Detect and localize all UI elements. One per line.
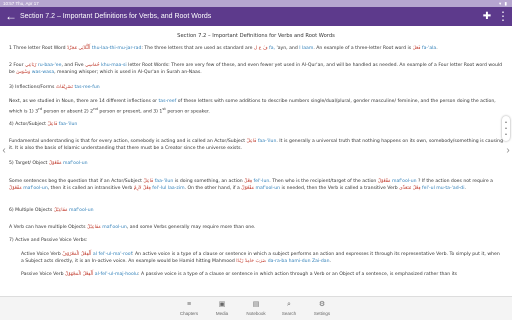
reader-content: Section 7.2 – Important Definitions for … xyxy=(0,26,512,296)
paragraph-passive-voice: Passive Voice Verb أَلْفِعْلُ الْمَجْهُو… xyxy=(21,272,458,277)
status-bar: 10:57 Thu, Apr 17 ▾ ▮ xyxy=(0,0,512,7)
status-time: 10:57 Thu, Apr 17 xyxy=(3,1,39,6)
status-icons: ▾ ▮ xyxy=(499,1,508,6)
app-bar: ← Section 7.2 – Important Definitions fo… xyxy=(0,7,512,26)
previous-page-icon[interactable]: ‹ xyxy=(0,140,8,160)
paragraph-4: Next, as we studied in Noun, there are 1… xyxy=(9,99,496,115)
tab-label: Chapters xyxy=(179,311,199,316)
tab-chapters[interactable]: ≡ Chapters xyxy=(175,300,203,319)
paragraph-6: Fundamental understanding is that for ev… xyxy=(9,139,503,151)
paragraph-2: 2 Four رُبَاعِي ru-baa-'ee, and Five خُم… xyxy=(9,63,503,75)
add-note-icon[interactable]: ✚ xyxy=(480,9,494,23)
back-arrow-icon[interactable]: ← xyxy=(3,8,19,24)
tab-media[interactable]: ▣ Media xyxy=(208,300,236,319)
paragraph-8: Some sentences beg the question that if … xyxy=(9,179,493,191)
dot-icon: • xyxy=(505,131,507,138)
heading-target-object: 5) Target/ Object مَفْعُوْلٌ maf'ool-un xyxy=(9,161,88,166)
tab-label: Media xyxy=(215,311,229,316)
tab-label: Search xyxy=(281,311,297,316)
section-heading: Section 7.2 – Important Definitions for … xyxy=(177,33,335,39)
heading-actor-subject: 4) Actor/Subject فَاعِلْ faa-'ilun xyxy=(9,122,78,127)
more-options-icon[interactable]: ⋮ xyxy=(496,9,510,23)
tab-notebook[interactable]: ▤ Notebook xyxy=(242,300,270,319)
search-icon: ⌕ xyxy=(287,301,291,308)
gear-icon: ⚙ xyxy=(318,301,326,308)
tab-label: Settings xyxy=(313,311,331,316)
page-title: Section 7.2 – Important Definitions for … xyxy=(20,13,212,20)
tab-settings[interactable]: ⚙ Settings xyxy=(308,300,336,319)
floating-menu-handle[interactable]: • • • xyxy=(502,116,510,141)
notebook-icon: ▤ xyxy=(252,301,260,308)
paragraph-1: 1 Three letter Root Word أَلْثُّلاَثِي م… xyxy=(9,46,438,51)
bottom-tab-bar: ≡ Chapters ▣ Media ▤ Notebook ⌕ Search ⚙… xyxy=(0,296,512,320)
heading-multiple-objects: 6) Multiple Objects مَفَاعِيْلُ maf'ool-… xyxy=(9,208,94,213)
chapters-icon: ≡ xyxy=(186,301,192,308)
paragraph-active-voice: Active Voice Verb أَلْفِعْلُ الْمَعْرُوْ… xyxy=(21,252,500,264)
next-page-icon[interactable]: › xyxy=(504,140,512,160)
media-icon: ▣ xyxy=(218,301,226,308)
tab-search[interactable]: ⌕ Search xyxy=(275,300,303,319)
paragraph-10: A Verb can have multiple Objects مَفَاعِ… xyxy=(9,225,256,230)
heading-inflections: 3) Inflections/Forms تَصْرِيْفَاتْ tas-r… xyxy=(9,85,100,90)
heading-active-passive: 7) Active and Passive Voice Verbs: xyxy=(9,238,88,243)
tab-label: Notebook xyxy=(246,311,266,316)
